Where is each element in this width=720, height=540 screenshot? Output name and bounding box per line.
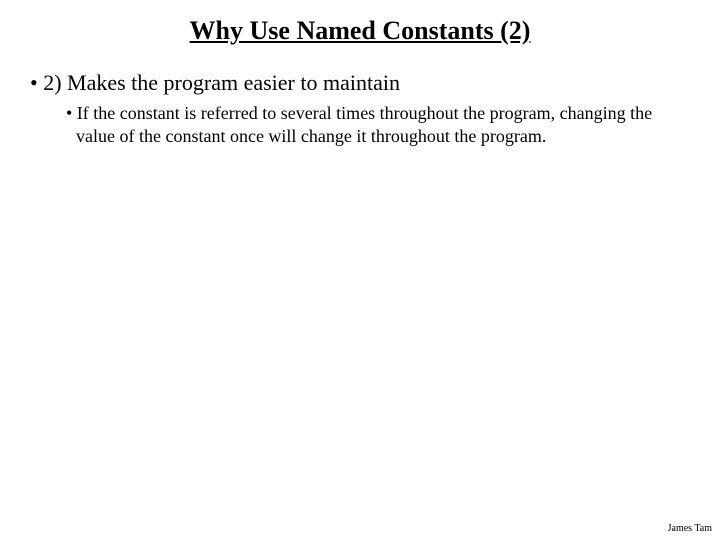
slide: Why Use Named Constants (2) • 2) Makes t… <box>0 0 720 540</box>
bullet-level-2: • If the constant is referred to several… <box>0 102 720 147</box>
slide-title: Why Use Named Constants (2) <box>0 16 720 46</box>
bullet-level-1: • 2) Makes the program easier to maintai… <box>0 70 720 96</box>
footer-author: James Tam <box>668 523 712 534</box>
